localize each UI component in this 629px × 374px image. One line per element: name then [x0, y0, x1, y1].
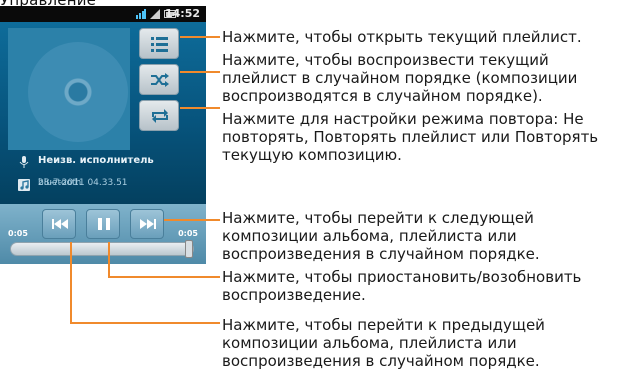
callout-repeat: Нажмите для настройки режима повтора: Не…	[222, 110, 599, 164]
next-icon	[140, 219, 156, 229]
repeat-button[interactable]	[139, 100, 179, 131]
playback-controls: 0:05 0:05	[0, 204, 206, 264]
next-button[interactable]	[130, 209, 164, 239]
album-art	[8, 28, 130, 150]
pause-button[interactable]	[86, 209, 120, 239]
sim-signal-icon	[136, 9, 146, 19]
leader-line-shuffle	[180, 71, 220, 73]
artist-name: Неизв. исполнитель	[38, 155, 154, 166]
status-bar: 14:52	[0, 6, 206, 22]
callout-pause: Нажмите, чтобы приостановить/возобновить…	[222, 268, 582, 304]
elapsed-time: 0:05	[8, 229, 28, 238]
callout-next: Нажмите, чтобы перейти к следующей компо…	[222, 209, 540, 263]
shuffle-icon	[151, 73, 169, 87]
leader-line-pause-h	[108, 276, 220, 278]
seek-thumb[interactable]	[185, 240, 193, 258]
callout-playlist: Нажмите, чтобы открыть текущий плейлист.	[222, 28, 582, 46]
leader-line-pause-v	[108, 242, 110, 278]
shuffle-button[interactable]	[139, 64, 179, 95]
leader-line-prev-v	[70, 242, 72, 324]
song-title: 28-7-2011 04.33.51	[38, 178, 128, 188]
music-player: Неизв. исполнитель bluetooth	[0, 22, 206, 204]
phone-screenshot: Управление 14:52 Неизв. исполнитель blue…	[0, 0, 206, 374]
leader-line-prev-h	[70, 322, 220, 324]
callout-previous: Нажмите, чтобы перейти к предыдущей комп…	[222, 316, 545, 370]
leader-line-next	[164, 219, 220, 221]
leader-line-playlist	[180, 36, 220, 38]
previous-icon	[52, 219, 68, 229]
pause-icon	[98, 218, 110, 230]
callout-shuffle: Нажмите, чтобы воспроизвести текущий пле…	[222, 51, 578, 105]
microphone-icon	[19, 156, 29, 168]
disc-icon	[28, 42, 128, 142]
seek-bar[interactable]	[10, 240, 194, 258]
leader-line-repeat	[180, 107, 220, 109]
status-clock: 14:52	[164, 7, 200, 20]
signal-bars-icon	[150, 9, 160, 19]
playlist-icon	[151, 37, 168, 52]
playlist-button[interactable]	[139, 28, 179, 59]
repeat-icon	[152, 109, 168, 123]
previous-button[interactable]	[42, 209, 76, 239]
blank-area	[0, 264, 206, 374]
song-icon	[18, 179, 30, 191]
total-time: 0:05	[178, 229, 198, 238]
